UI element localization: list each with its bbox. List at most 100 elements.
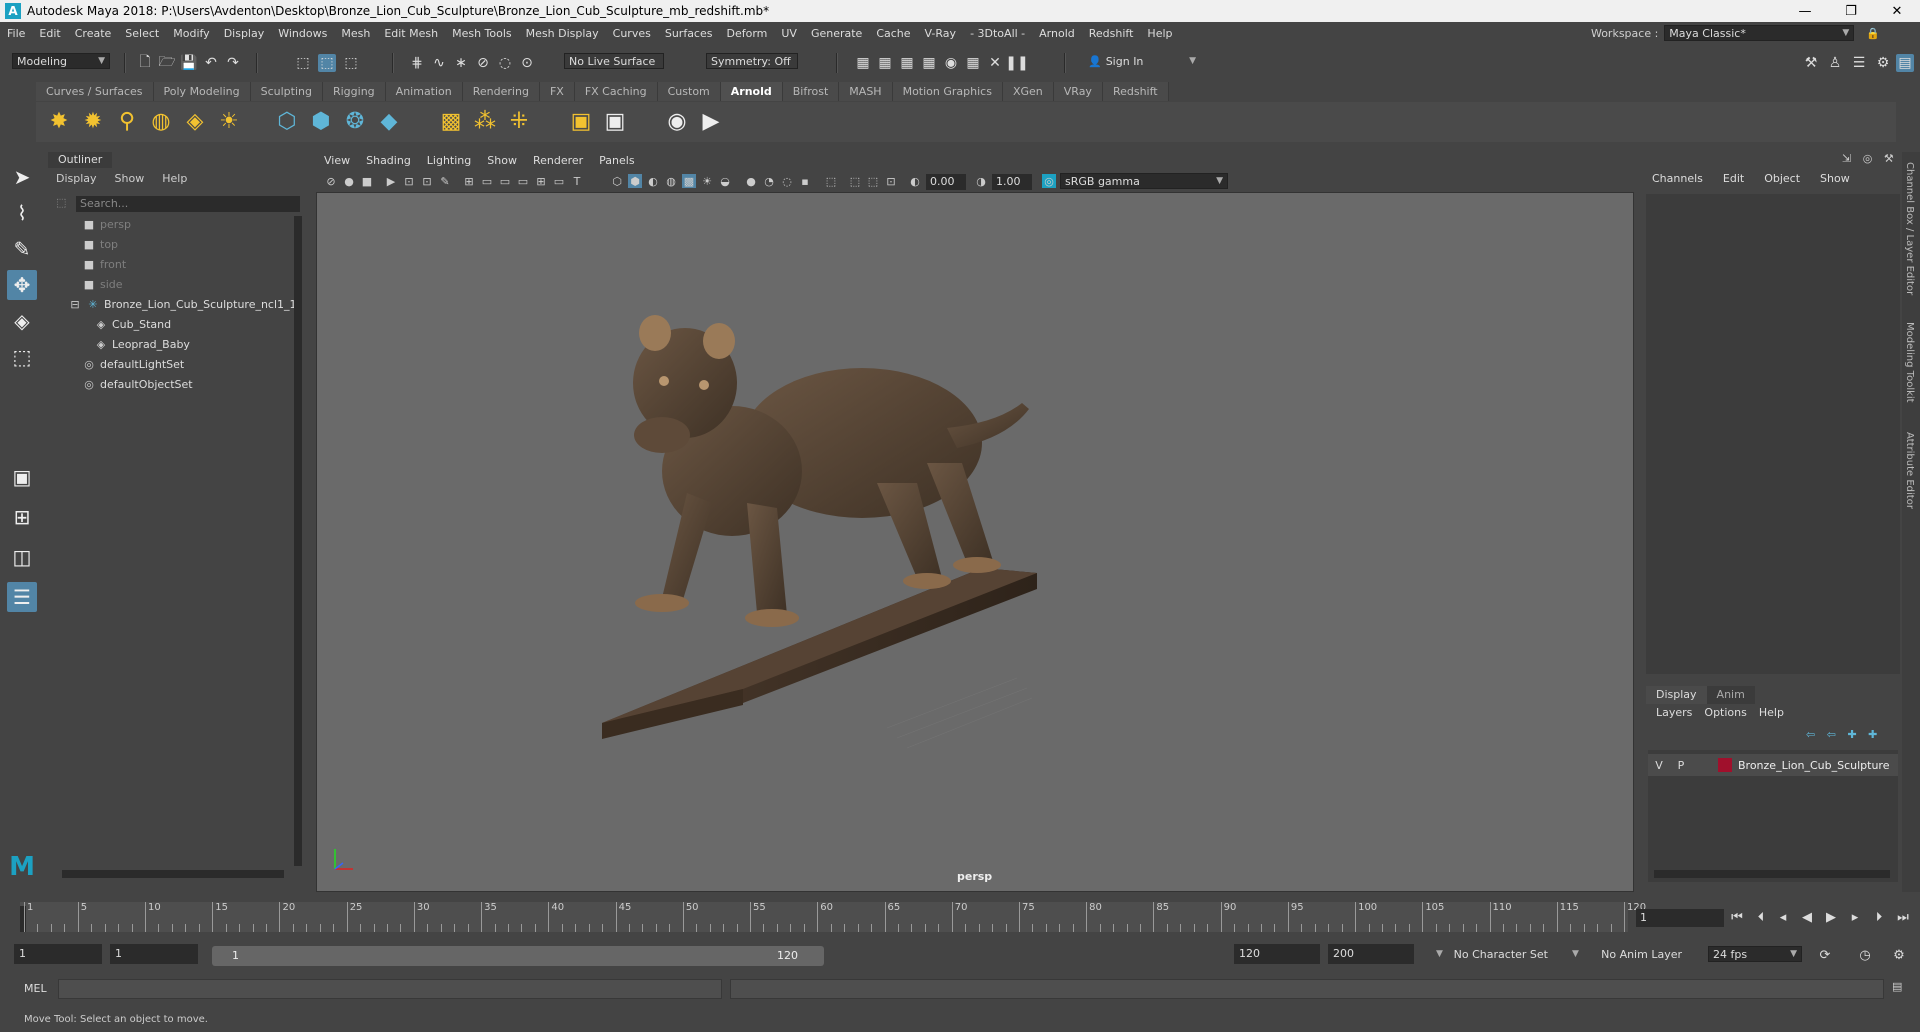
new-layer-selected-icon[interactable]: ✚ [1868,728,1877,741]
field-chart-icon[interactable]: ⊞ [534,174,548,188]
playback-range-bar[interactable]: 1 120 [212,946,824,966]
select-camera-icon[interactable]: ⊘ [324,174,338,188]
outliner-menu-display[interactable]: Display [56,172,97,185]
menu-edit[interactable]: Edit [32,27,67,40]
select-object-icon[interactable]: ⬚ [318,54,336,72]
channel-box-menu-channels[interactable]: Channels [1652,172,1703,185]
snap-view-icon[interactable]: ⊘ [474,54,492,72]
arnold-render-view-icon[interactable]: ◉ [662,106,692,136]
layer-menu-help[interactable]: Help [1759,706,1784,719]
modeling-toolkit-icon[interactable]: ⚒ [1802,54,1820,72]
save-scene-icon[interactable]: 💾 [180,54,198,72]
layer-playback-toggle[interactable]: P [1670,759,1692,772]
menu-deform[interactable]: Deform [719,27,774,40]
menu-select[interactable]: Select [118,27,166,40]
fps-dropdown[interactable]: 24 fps ▼ [1708,946,1802,962]
shelf-tab-motion-graphics[interactable]: Motion Graphics [892,82,1003,101]
isolate-select-icon[interactable]: ▪ [798,174,812,188]
physical-sky-icon[interactable]: ☀ [214,106,244,136]
shelf-tab-poly-modeling[interactable]: Poly Modeling [153,82,251,101]
command-language-label[interactable]: MEL [24,982,47,995]
redo-icon[interactable]: ↷ [224,54,242,72]
shelf-tab-sculpting[interactable]: Sculpting [250,82,323,101]
grease-pencil-icon[interactable]: ✎ [438,174,452,188]
menu-mesh-display[interactable]: Mesh Display [519,27,606,40]
depth-of-field-icon[interactable]: ◌ [780,174,794,188]
side-tab-channel-box[interactable]: Channel Box / Layer Editor [1904,162,1915,295]
menu-curves[interactable]: Curves [606,27,658,40]
go-to-start-icon[interactable]: ⏮ [1728,908,1746,926]
shelf-tab-custom[interactable]: Custom [657,82,721,101]
snap-surface-icon[interactable]: ◌ [496,54,514,72]
menu-3dtoall[interactable]: - 3DtoAll - [963,27,1032,40]
pause-icon[interactable]: ❚❚ [1005,54,1028,72]
animation-preferences-icon[interactable]: ⚙ [1890,946,1908,964]
time-slider-playhead[interactable] [20,906,26,932]
color-management-icon[interactable]: ◎ [1042,174,1056,188]
exposure-icon[interactable]: ◐ [908,174,922,188]
xray-joints-icon[interactable]: ⬚ [848,174,862,188]
tree-item-bronze-lion-cub[interactable]: ⊟ ✳ Bronze_Lion_Cub_Sculpture_ncl1_1 [68,296,296,314]
channel-box-menu-show[interactable]: Show [1820,172,1850,185]
shelf-tab-vray[interactable]: VRay [1053,82,1103,101]
tree-item-default-light-set[interactable]: ◎ defaultLightSet [82,356,184,374]
filter-icon[interactable]: ⬚ [56,196,66,209]
step-forward-key-icon[interactable]: ▸ [1846,908,1864,926]
layer-menu-layers[interactable]: Layers [1656,706,1692,719]
menu-vray[interactable]: V-Ray [918,27,964,40]
film-gate-icon[interactable]: ▭ [480,174,494,188]
shadows-icon[interactable]: ☀ [700,174,714,188]
workspace-dropdown[interactable]: Maya Classic* ▼ [1664,25,1855,41]
menu-redshift[interactable]: Redshift [1082,27,1141,40]
flush-textures-icon[interactable]: ⁂ [470,106,500,136]
tree-item-persp[interactable]: ■ persp [82,216,131,234]
menu-uv[interactable]: UV [774,27,804,40]
gate-mask-icon[interactable]: ▭ [516,174,530,188]
view-transform-dropdown[interactable]: sRGB gamma ▼ [1060,173,1228,189]
grid-icon[interactable]: ⊞ [462,174,476,188]
tree-item-top[interactable]: ■ top [82,236,118,254]
backface-culling-icon[interactable]: ⊡ [884,174,898,188]
viewport-menu-shading[interactable]: Shading [366,154,411,167]
multisample-icon[interactable]: ◔ [762,174,776,188]
snap-grid-icon[interactable]: ⋕ [408,54,426,72]
menu-create[interactable]: Create [68,27,119,40]
open-scene-icon[interactable]: 🗁 [158,54,176,72]
gamma-icon[interactable]: ◑ [974,174,988,188]
outliner-layout-icon[interactable]: ☰ [7,582,37,612]
menu-display[interactable]: Display [217,27,272,40]
photometric-light-icon[interactable]: ⚲ [112,106,142,136]
layer-visibility-toggle[interactable]: V [1648,759,1670,772]
channel-box-icon[interactable]: ⇲ [1842,152,1851,165]
move-tool-icon[interactable]: ✥ [7,270,37,300]
hypershade-icon[interactable]: ◉ [942,54,960,72]
layer-tab-display[interactable]: Display [1646,686,1707,704]
3d-viewport[interactable]: persp [316,192,1634,892]
menu-cache[interactable]: Cache [869,27,917,40]
render-view-checker-icon[interactable]: ▩ [436,106,466,136]
menu-modify[interactable]: Modify [166,27,216,40]
shelf-tab-arnold[interactable]: Arnold [720,82,783,101]
rotate-tool-icon[interactable]: ◈ [7,306,37,336]
export-standin-icon[interactable]: ⬢ [306,106,336,136]
character-set-dropdown[interactable]: ▼ No Character Set [1428,946,1552,962]
tree-item-default-object-set[interactable]: ◎ defaultObjectSet [82,376,192,394]
scale-tool-icon[interactable]: ⬚ [7,342,37,372]
close-button[interactable]: ✕ [1874,4,1920,19]
current-frame-field[interactable]: 1 [1636,909,1724,927]
shelf-tab-fx-caching[interactable]: FX Caching [574,82,658,101]
channel-box-icon[interactable]: ▤ [1896,54,1914,72]
lasso-tool-icon[interactable]: ⌇ [7,198,37,228]
wireframe-icon[interactable]: ⬡ [610,174,624,188]
new-layer-icon[interactable]: ✚ [1847,728,1856,741]
2d-pan-zoom-icon[interactable]: ⊡ [420,174,434,188]
select-tool-icon[interactable]: ➤ [7,162,37,192]
minimize-button[interactable]: — [1782,4,1828,19]
shelf-tab-fx[interactable]: FX [539,82,575,101]
exposure-field[interactable]: 0.00 [926,174,966,190]
layer-tab-anim[interactable]: Anim [1706,686,1755,704]
play-forwards-icon[interactable]: ▶ [1822,908,1840,926]
textured-icon[interactable]: ◍ [664,174,678,188]
shelf-tab-rigging[interactable]: Rigging [322,82,386,101]
viewport-menu-lighting[interactable]: Lighting [427,154,471,167]
